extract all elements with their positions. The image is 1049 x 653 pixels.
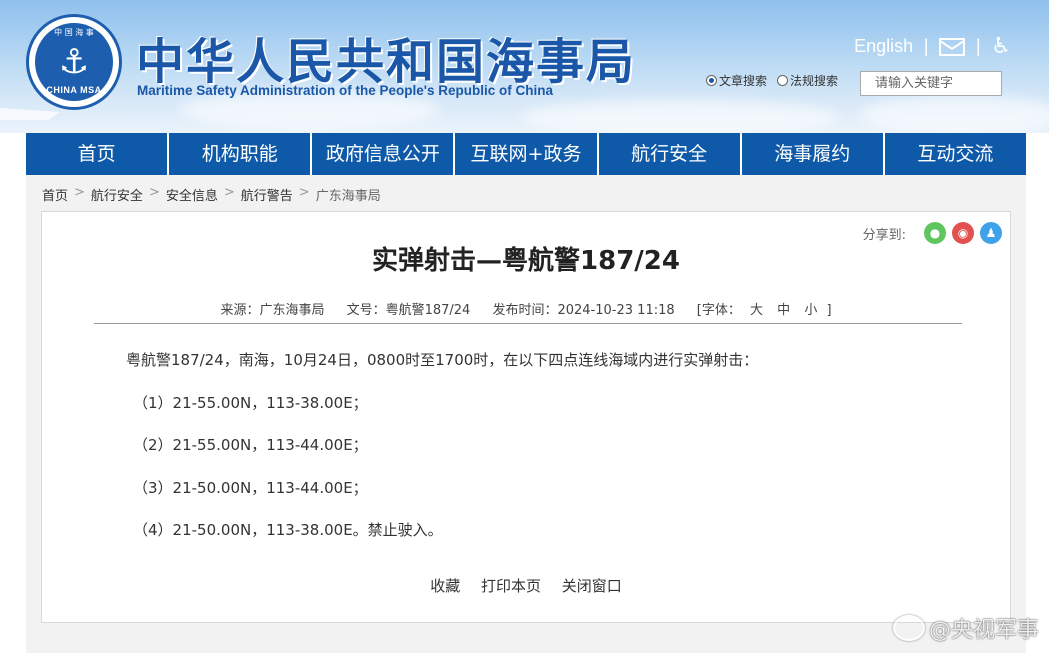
meta-source: 来源：广东海事局 (220, 303, 325, 318)
article-paragraph: （4）21-50.00N，113-38.00E。禁止驶入。 (133, 521, 443, 539)
search-scope: 文章搜索 法规搜索 (706, 72, 848, 89)
breadcrumb-separator: > (148, 185, 160, 200)
watermark-text: @央视军事 (928, 618, 1039, 643)
font-large-button[interactable]: 大 (750, 303, 763, 318)
nav-item-home[interactable]: 首页 (26, 133, 170, 175)
article-paragraph: （1）21-55.00N，113-38.00E； (133, 393, 368, 412)
article-paragraph: （3）21-50.00N，113-44.00E； (133, 478, 368, 497)
weibo-watermark-icon (892, 615, 925, 641)
breadcrumb-home[interactable]: 首页 (42, 185, 68, 204)
close-window-link[interactable]: 关闭窗口 (562, 577, 622, 595)
favorite-link[interactable]: 收藏 (430, 577, 460, 595)
print-link[interactable]: 打印本页 (481, 577, 541, 595)
nav-item-functions[interactable]: 机构职能 (169, 133, 313, 175)
font-label-close: ] (826, 303, 832, 318)
separator: | (923, 36, 930, 57)
watermark: @央视军事 (892, 612, 1039, 644)
site-header: 中 国 海 事 ⚓ CHINA MSA 中华人民共和国海事局 Maritime … (0, 0, 1049, 133)
breadcrumb-separator: > (223, 185, 235, 200)
article-paragraph: 粤航警187/24，南海，10月24日，0800时至1700时，在以下四点连线海… (126, 351, 759, 369)
breadcrumb-navigation-safety[interactable]: 航行安全 (91, 185, 143, 204)
top-links: English | | ♿ (854, 34, 1011, 59)
nav-item-gov-info[interactable]: 政府信息公开 (312, 133, 456, 175)
meta-publish-time: 发布时间：2024-10-23 11:18 (492, 303, 675, 318)
font-small-button[interactable]: 小 (804, 303, 817, 318)
font-size-switcher: [字体： 大 中 小 ] (697, 303, 832, 318)
article-title: 实弹射击—粤航警187/24 (372, 246, 680, 276)
font-label-open: [字体： (696, 303, 741, 318)
article-content: 粤航警187/24，南海，10月24日，0800时至1700时，在以下四点连线海… (126, 350, 758, 563)
breadcrumb: 首页 > 航行安全 > 安全信息 > 航行警告 > 广东海事局 (42, 185, 381, 204)
title-divider (94, 323, 962, 324)
mail-icon[interactable] (939, 37, 966, 56)
meta-doc-number: 文号：粤航警187/24 (346, 303, 471, 318)
article-actions: 收藏 打印本页 关闭窗口 (42, 575, 1010, 596)
english-link[interactable]: English (854, 36, 913, 57)
breadcrumb-nav-warnings[interactable]: 航行警告 (241, 185, 293, 204)
breadcrumb-safety-info[interactable]: 安全信息 (166, 185, 218, 204)
anchor-icon: ⚓ (58, 42, 90, 82)
separator: | (975, 36, 982, 57)
breadcrumb-separator: > (74, 185, 85, 200)
site-subtitle: Maritime Safety Administration of the Pe… (137, 83, 554, 98)
radio-regulation-search[interactable]: 法规搜索 (777, 72, 838, 89)
article-paragraph: （2）21-55.00N，113-44.00E； (133, 436, 368, 454)
nav-item-interaction[interactable]: 互动交流 (885, 133, 1026, 175)
article-meta: 来源：广东海事局 文号：粤航警187/24 发布时间：2024-10-23 11… (42, 299, 1010, 318)
accessibility-icon[interactable]: ♿ (991, 34, 1011, 59)
search-input[interactable] (860, 71, 1002, 96)
msa-emblem-logo[interactable]: 中 国 海 事 ⚓ CHINA MSA (26, 14, 122, 110)
nav-item-compliance[interactable]: 海事履约 (742, 133, 885, 175)
nav-item-internet-gov[interactable]: 互联网+政务 (455, 133, 599, 175)
radio-label: 法规搜索 (790, 74, 839, 88)
font-medium-button[interactable]: 中 (777, 303, 790, 318)
breadcrumb-separator: > (298, 185, 310, 200)
radio-dot[interactable] (777, 75, 789, 86)
nav-item-navigation-safety[interactable]: 航行安全 (599, 133, 742, 175)
breadcrumb-current[interactable]: 广东海事局 (316, 185, 381, 204)
site-title: 中华人民共和国海事局 (136, 34, 637, 90)
main-nav: 首页 机构职能 政府信息公开 互联网+政务 航行安全 海事履约 互动交流 (26, 133, 1026, 175)
emblem-top-text: 中 国 海 事 (54, 28, 94, 37)
emblem-text: CHINA MSA (46, 85, 102, 95)
radio-dot-selected[interactable] (706, 75, 717, 86)
radio-label: 文章搜索 (719, 74, 768, 88)
radio-article-search[interactable]: 文章搜索 (706, 72, 767, 89)
article-panel: 分享到: ● ◉ ♟ 实弹射击—粤航警187/24 来源：广东海事局 文号：粤航… (41, 211, 1011, 623)
